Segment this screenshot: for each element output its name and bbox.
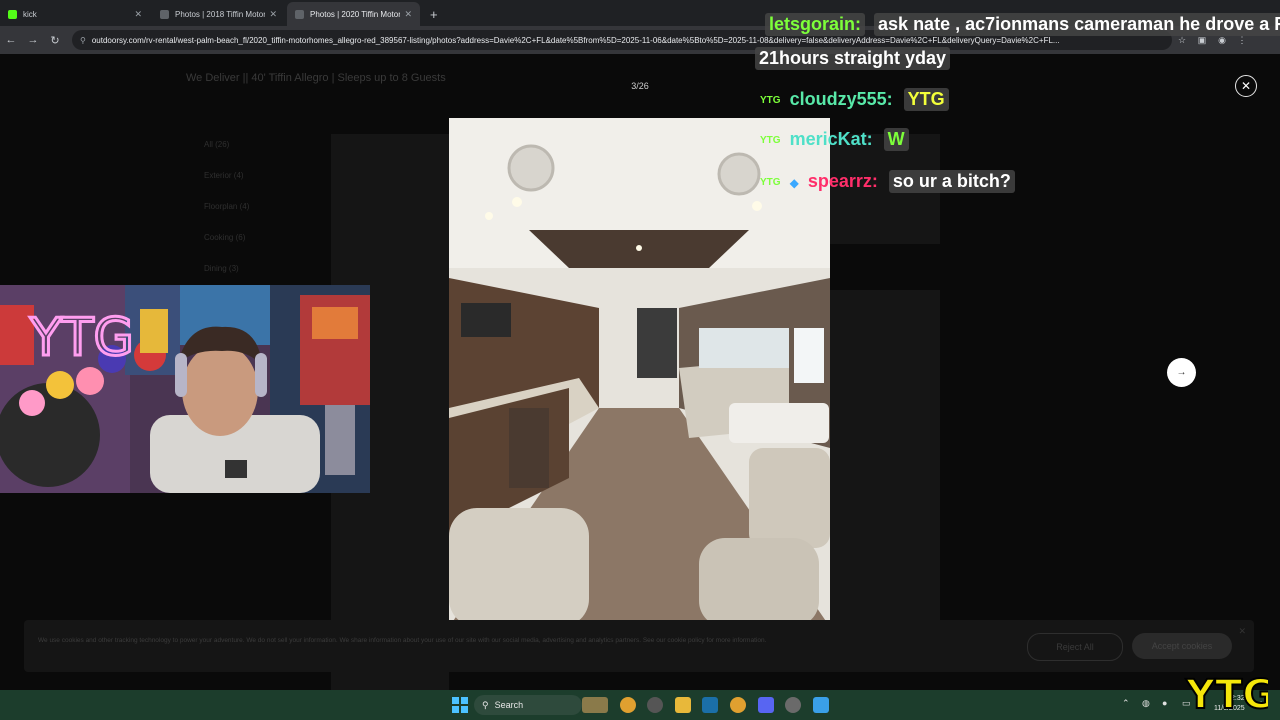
discord-icon[interactable] [758, 697, 774, 713]
chat-message: YTG ◆ spearrz: so ur a bitch? [760, 170, 1015, 193]
tab-label: Photos | 2020 Tiffin Motorhomes [310, 9, 401, 19]
microphone-icon[interactable]: ● [1162, 698, 1167, 708]
chat-text: W [883, 128, 909, 151]
taskbar: ⚲ Search ⌃ ◍ ● ▭ ◖ 12:32 11/6/2025 ◔ [0, 690, 1280, 720]
reject-all-button[interactable]: Reject All [1027, 633, 1123, 661]
cookie-text: We use cookies and other tracking techno… [38, 637, 767, 644]
back-arrow-icon[interactable]: ← [0, 34, 22, 46]
windows-start-icon[interactable] [452, 697, 468, 713]
chat-text: YTG [903, 88, 949, 111]
chat-username: spearrz: [807, 171, 878, 191]
search-icon: ⚲ [482, 699, 489, 710]
chat-text: 21hours straight yday [755, 47, 951, 70]
close-icon: ✕ [1240, 79, 1252, 93]
accept-cookies-button[interactable]: Accept cookies [1132, 633, 1232, 659]
tab-close-icon[interactable]: ✕ [269, 9, 277, 20]
next-photo-button[interactable]: → [1167, 358, 1196, 387]
listing-title: We Deliver || 40' Tiffin Allegro | Sleep… [186, 72, 446, 84]
chat-username: mericKat: [789, 129, 873, 149]
forward-arrow-icon[interactable]: → [22, 34, 44, 46]
outdoorsy-favicon-icon [160, 9, 169, 19]
widgets-icon[interactable] [582, 697, 608, 713]
side-item-exterior: Exterior (4) [204, 171, 244, 180]
tab-close-icon[interactable]: ✕ [404, 9, 412, 20]
settings-gear-icon[interactable] [785, 697, 801, 713]
rv-interior-photo [449, 118, 830, 627]
background-thumbnail-right [830, 290, 940, 620]
app-icon[interactable] [813, 697, 829, 713]
chrome-profile-icon[interactable] [730, 697, 746, 713]
chat-text: ask nate , ac7ionmans cameraman he drove… [874, 13, 1280, 36]
outdoorsy-favicon-icon [295, 9, 304, 19]
ytg-stream-logo: YTG [1184, 671, 1268, 719]
bookmark-star-icon[interactable]: ☆ [1172, 35, 1192, 46]
reload-icon[interactable]: ↻ [44, 34, 66, 47]
chat-message-continuation: 21hours straight yday [755, 47, 951, 70]
tray-chevron-up-icon[interactable]: ⌃ [1122, 698, 1130, 709]
logo-text: YTG [1185, 672, 1268, 718]
extensions-icon[interactable]: ▣ [1192, 35, 1212, 46]
ytg-badge-icon: YTG [760, 134, 781, 146]
tab-close-icon[interactable]: ✕ [134, 9, 142, 20]
menu-icon[interactable]: ⋮ [1232, 35, 1252, 46]
photo-counter: 3/26 [631, 81, 649, 91]
new-tab-button[interactable]: + [422, 2, 446, 26]
cube-badge-icon: ◆ [789, 176, 799, 190]
chat-text: so ur a bitch? [888, 170, 1015, 193]
neon-sign-text: YTG [29, 308, 134, 368]
chrome-icon[interactable] [620, 697, 636, 713]
tab-photos-2020[interactable]: Photos | 2020 Tiffin Motorhomes ✕ [287, 2, 420, 26]
network-icon[interactable]: ◍ [1142, 698, 1150, 709]
tab-label: kick [23, 9, 37, 19]
taskbar-search[interactable]: ⚲ Search [474, 695, 582, 715]
steam-icon[interactable] [702, 697, 718, 713]
ytg-badge-icon: YTG [760, 176, 781, 188]
side-item-dining: Dining (3) [204, 264, 239, 273]
chat-message: YTG cloudzy555: YTG [760, 88, 949, 111]
close-lightbox-button[interactable]: ✕ [1235, 75, 1257, 97]
tab-label: Photos | 2018 Tiffin Motorhomes [175, 9, 266, 19]
side-item-all: All (26) [204, 140, 230, 149]
obs-icon[interactable] [647, 697, 663, 713]
chat-username: cloudzy555: [789, 89, 893, 109]
file-explorer-icon[interactable] [675, 697, 691, 713]
kick-favicon-icon [8, 9, 17, 19]
chat-message: YTG mericKat: W [760, 128, 909, 151]
address-url: outdoorsy.com/rv-rental/west-palm-beach_… [91, 35, 1060, 45]
ytg-badge-icon: YTG [760, 94, 781, 106]
tab-kick[interactable]: kick ✕ [0, 2, 150, 26]
tab-photos-2018[interactable]: Photos | 2018 Tiffin Motorhomes ✕ [152, 2, 285, 26]
arrow-right-icon: → [1176, 367, 1187, 378]
cookie-close-icon[interactable]: ✕ [1238, 626, 1246, 637]
side-item-floorplan: Floorplan (4) [204, 202, 250, 211]
site-info-icon[interactable]: ⚲ [80, 36, 86, 45]
search-placeholder: Search [494, 700, 524, 710]
chat-username: letsgorain: [765, 13, 866, 36]
webcam-overlay: YTG [0, 285, 370, 493]
cookie-banner: We use cookies and other tracking techno… [24, 620, 1254, 672]
profile-icon[interactable]: ◉ [1212, 35, 1232, 46]
chat-message: letsgorain: ask nate , ac7ionmans camera… [765, 13, 1280, 36]
side-item-cooking: Cooking (6) [204, 233, 246, 242]
